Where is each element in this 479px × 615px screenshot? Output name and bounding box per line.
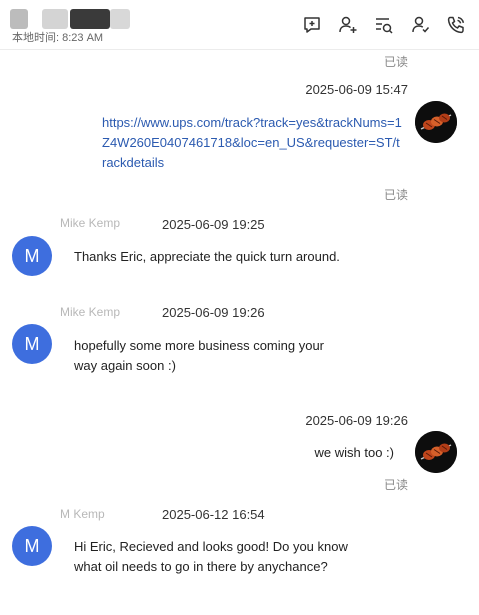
contact-profile-button[interactable] [409, 14, 431, 36]
header-toolbar [301, 14, 467, 36]
add-contact-icon [339, 16, 357, 33]
contact-avatar-blurred[interactable] [10, 9, 28, 29]
contact-profile-icon [412, 16, 430, 33]
sender-avatar[interactable]: M [12, 526, 52, 566]
message-text: hopefully some more business coming your… [74, 336, 324, 376]
sender-name: Mike Kemp [60, 216, 121, 230]
phone-call-button[interactable] [445, 14, 467, 36]
sender-avatar[interactable]: M [12, 324, 52, 364]
message-timestamp: 2025-06-09 15:47 [305, 82, 408, 97]
message-line: Hi Eric, Recieved and looks good! Do you… [74, 539, 348, 554]
message-timestamp: 2025-06-09 19:25 [162, 217, 265, 232]
message-text: Thanks Eric, appreciate the quick turn a… [74, 249, 340, 264]
message-link[interactable]: https://www.ups.com/track?track=yes&trac… [102, 113, 402, 173]
contact-name-blurred [42, 9, 68, 29]
my-avatar[interactable] [415, 431, 457, 473]
read-status: 已读 [383, 478, 408, 492]
message-timestamp: 2025-06-09 19:26 [162, 305, 265, 320]
search-history-button[interactable] [373, 14, 395, 36]
bbq-skewer-avatar-icon [415, 101, 457, 143]
sender-name: M Kemp [60, 507, 105, 521]
read-status: 已读 [383, 188, 408, 202]
read-status: 已读 [383, 55, 408, 69]
bbq-skewer-avatar-icon [415, 431, 457, 473]
chat-window: 本地时间: 8:23 AM 已读 2025-06-09 15:47 https:… [0, 0, 479, 615]
new-chat-icon [304, 17, 320, 33]
message-text: we wish too :) [314, 445, 394, 460]
message-line: way again soon :) [74, 358, 176, 373]
contact-name-blurred-light [110, 9, 130, 29]
add-contact-button[interactable] [337, 14, 359, 36]
sender-name: Mike Kemp [60, 305, 121, 319]
message-line: what oil needs to go in there by anychan… [74, 559, 328, 574]
message-timestamp: 2025-06-09 19:26 [305, 413, 408, 428]
new-chat-button[interactable] [301, 14, 323, 36]
sender-avatar[interactable]: M [12, 236, 52, 276]
message-timestamp: 2025-06-12 16:54 [162, 507, 265, 522]
message-list[interactable]: 已读 2025-06-09 15:47 https://www.ups.com/… [0, 50, 479, 615]
message-text: Hi Eric, Recieved and looks good! Do you… [74, 537, 348, 577]
message-line: hopefully some more business coming your [74, 338, 325, 353]
my-avatar[interactable] [415, 101, 457, 143]
local-time-label: 本地时间: 8:23 AM [12, 32, 104, 44]
phone-call-icon [447, 16, 465, 34]
search-history-icon [376, 18, 393, 34]
contact-name-blurred-dark [70, 9, 110, 29]
chat-header: 本地时间: 8:23 AM [0, 0, 479, 50]
